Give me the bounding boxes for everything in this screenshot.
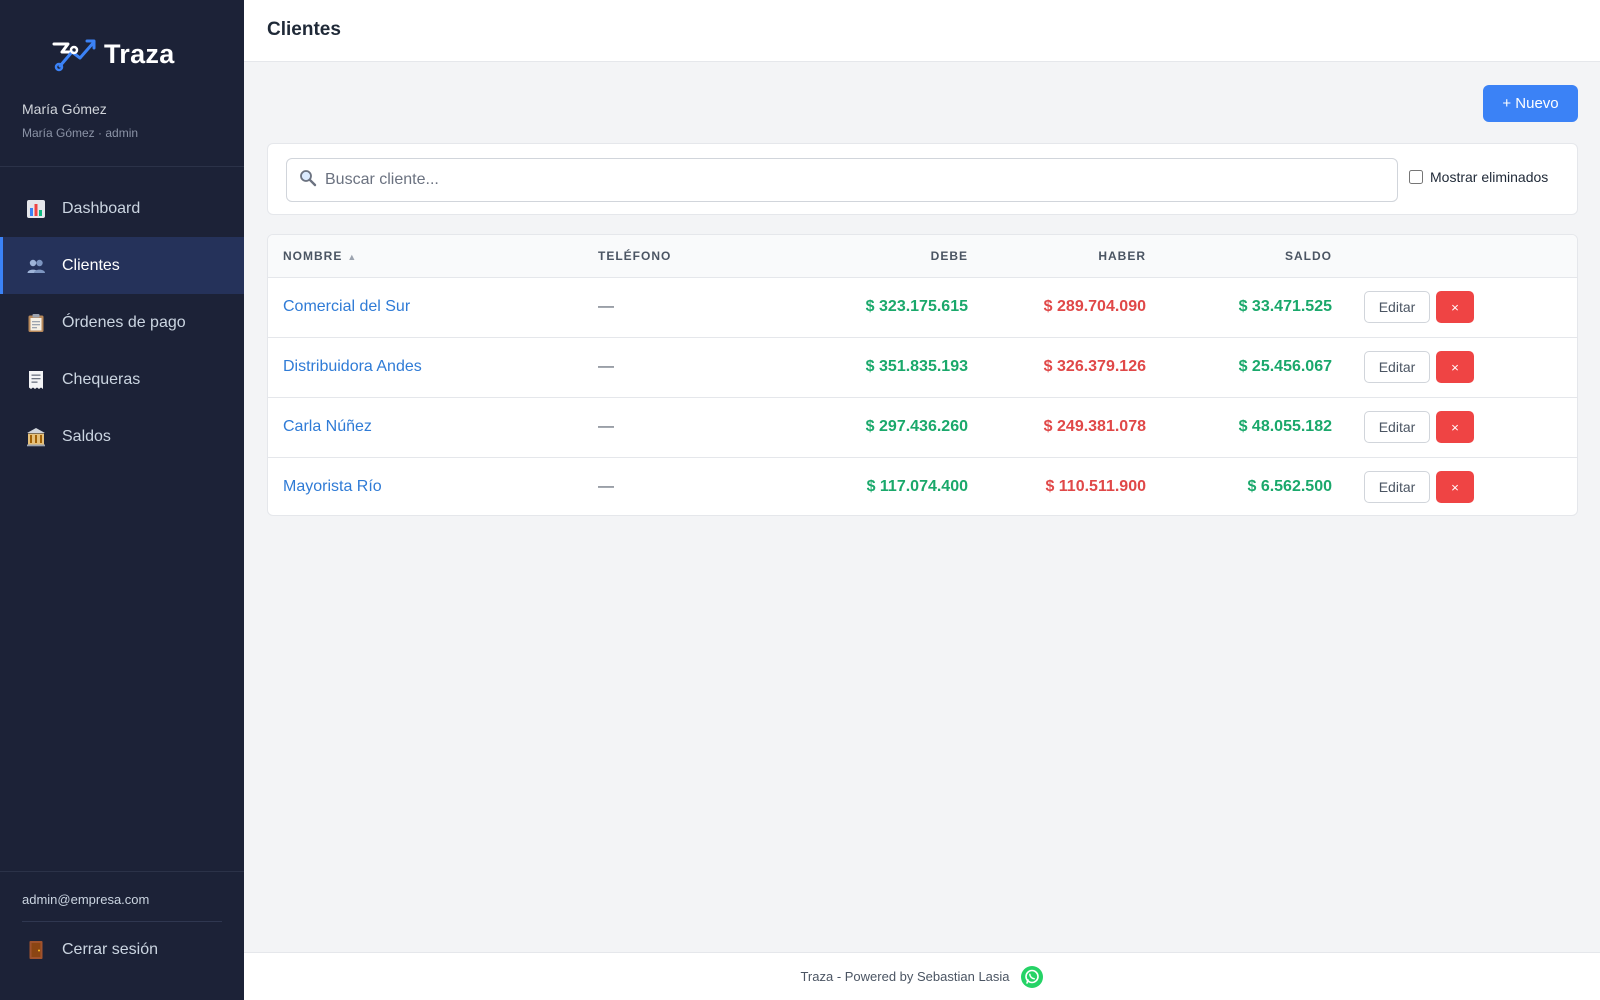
show-deleted-toggle[interactable]: Mostrar eliminados: [1409, 169, 1548, 185]
column-header-debe[interactable]: DEBE: [768, 235, 968, 277]
client-name-link[interactable]: Comercial del Sur: [283, 298, 410, 315]
clients-table: NOMBRE ▲ TELÉFONO DEBE HABER SALDO Comerc…: [267, 234, 1578, 516]
client-phone: —: [598, 418, 614, 435]
column-header-label: NOMBRE: [283, 248, 343, 263]
users-icon: [26, 256, 46, 276]
show-deleted-label: Mostrar eliminados: [1430, 169, 1549, 185]
client-phone: —: [598, 478, 614, 496]
column-header-telefono[interactable]: TELÉFONO: [598, 235, 768, 277]
sidebar-item-ordenes-de-pago[interactable]: Órdenes de pago: [0, 294, 244, 351]
client-saldo: $ 48.055.182: [1238, 418, 1332, 435]
client-name-link[interactable]: Carla Núñez: [283, 418, 372, 435]
edit-button[interactable]: Editar: [1364, 291, 1430, 323]
delete-button[interactable]: ×: [1436, 291, 1474, 323]
client-haber: $ 249.381.078: [1043, 418, 1146, 435]
delete-button[interactable]: ×: [1436, 411, 1474, 443]
user-name: María Gómez: [22, 101, 107, 117]
sidebar-item-clientes[interactable]: Clientes: [0, 237, 244, 294]
client-phone: —: [598, 298, 614, 315]
sidebar-divider: [0, 166, 244, 167]
new-client-button[interactable]: + Nuevo: [1483, 85, 1578, 122]
client-debe: $ 117.074.400: [866, 478, 968, 496]
client-saldo: $ 25.456.067: [1238, 358, 1332, 375]
bar-chart-icon: [26, 199, 46, 219]
search-icon: [299, 169, 317, 192]
client-saldo: $ 6.562.500: [1247, 478, 1332, 496]
receipt-icon: [26, 370, 46, 390]
table-row: Comercial del Sur — $ 323.175.615 $ 289.…: [268, 277, 1577, 337]
clipboard-icon: [26, 313, 46, 333]
client-phone: —: [598, 358, 614, 375]
sidebar-divider: [22, 921, 222, 922]
edit-button[interactable]: Editar: [1364, 471, 1430, 504]
brand-name: Traza: [104, 38, 175, 69]
show-deleted-checkbox[interactable]: [1409, 170, 1423, 184]
search-box[interactable]: [286, 158, 1398, 202]
column-header-haber[interactable]: HABER: [968, 235, 1146, 277]
logout-label: Cerrar sesión: [62, 941, 159, 958]
client-name-link[interactable]: Mayorista Río: [283, 478, 382, 495]
delete-button[interactable]: ×: [1436, 351, 1474, 383]
table-row: Carla Núñez — $ 297.436.260 $ 249.381.07…: [268, 397, 1577, 457]
footer: Traza - Powered by Sebastian Lasia: [244, 952, 1600, 1000]
close-icon: ×: [1451, 299, 1459, 315]
sidebar-item-saldos[interactable]: Saldos: [0, 408, 244, 465]
header: Clientes: [244, 0, 1600, 62]
sidebar-item-label: Chequeras: [62, 370, 141, 388]
table-row: Distribuidora Andes — $ 351.835.193 $ 32…: [268, 337, 1577, 397]
user-email: admin@empresa.com: [22, 892, 150, 907]
close-icon: ×: [1451, 479, 1459, 495]
sidebar-item-label: Dashboard: [62, 199, 141, 217]
sidebar-item-label: Órdenes de pago: [62, 313, 186, 331]
column-header-nombre[interactable]: NOMBRE ▲: [268, 235, 598, 277]
bank-icon: [26, 427, 46, 447]
sidebar-item-label: Clientes: [62, 256, 120, 274]
sidebar-item-chequeras[interactable]: Chequeras: [0, 351, 244, 408]
search-input[interactable]: [325, 171, 1375, 189]
edit-button[interactable]: Editar: [1364, 411, 1430, 443]
table-row: Mayorista Río — $ 117.074.400 $ 110.511.…: [268, 457, 1577, 515]
close-icon: ×: [1451, 359, 1459, 375]
page-title: Clientes: [267, 19, 341, 40]
search-panel: Mostrar eliminados: [267, 143, 1578, 215]
client-debe: $ 351.835.193: [865, 358, 968, 375]
client-haber: $ 289.704.090: [1043, 298, 1146, 315]
client-haber: $ 110.511.900: [1045, 478, 1146, 496]
sidebar: Traza María Gómez María Gómez · admin Da…: [0, 0, 244, 1000]
column-header-saldo[interactable]: SALDO: [1146, 235, 1332, 277]
column-header-actions: [1332, 235, 1577, 277]
client-debe: $ 297.436.260: [865, 418, 968, 435]
client-haber: $ 326.379.126: [1043, 358, 1146, 375]
client-name-link[interactable]: Distribuidora Andes: [283, 358, 422, 375]
sidebar-item-label: Saldos: [62, 427, 111, 445]
sidebar-item-dashboard[interactable]: Dashboard: [0, 180, 244, 237]
close-icon: ×: [1451, 419, 1459, 435]
client-debe: $ 323.175.615: [865, 298, 968, 315]
whatsapp-icon[interactable]: [1020, 965, 1044, 989]
footer-text: Traza - Powered by Sebastian Lasia: [800, 969, 1010, 984]
edit-button[interactable]: Editar: [1364, 351, 1430, 383]
door-icon: [26, 940, 46, 960]
sidebar-nav: Dashboard Clientes Órdenes de pago Chequ…: [0, 180, 244, 465]
brand-logo[interactable]: Traza: [50, 34, 175, 74]
sort-ascending-icon: ▲: [347, 251, 358, 262]
logout-button[interactable]: Cerrar sesión: [26, 940, 158, 960]
user-role: María Gómez · admin: [22, 126, 139, 140]
sidebar-divider: [0, 871, 244, 872]
table-header-row: NOMBRE ▲ TELÉFONO DEBE HABER SALDO: [268, 235, 1577, 277]
delete-button[interactable]: ×: [1436, 471, 1474, 504]
traza-logo-icon: [52, 39, 96, 72]
client-saldo: $ 33.471.525: [1238, 298, 1332, 315]
